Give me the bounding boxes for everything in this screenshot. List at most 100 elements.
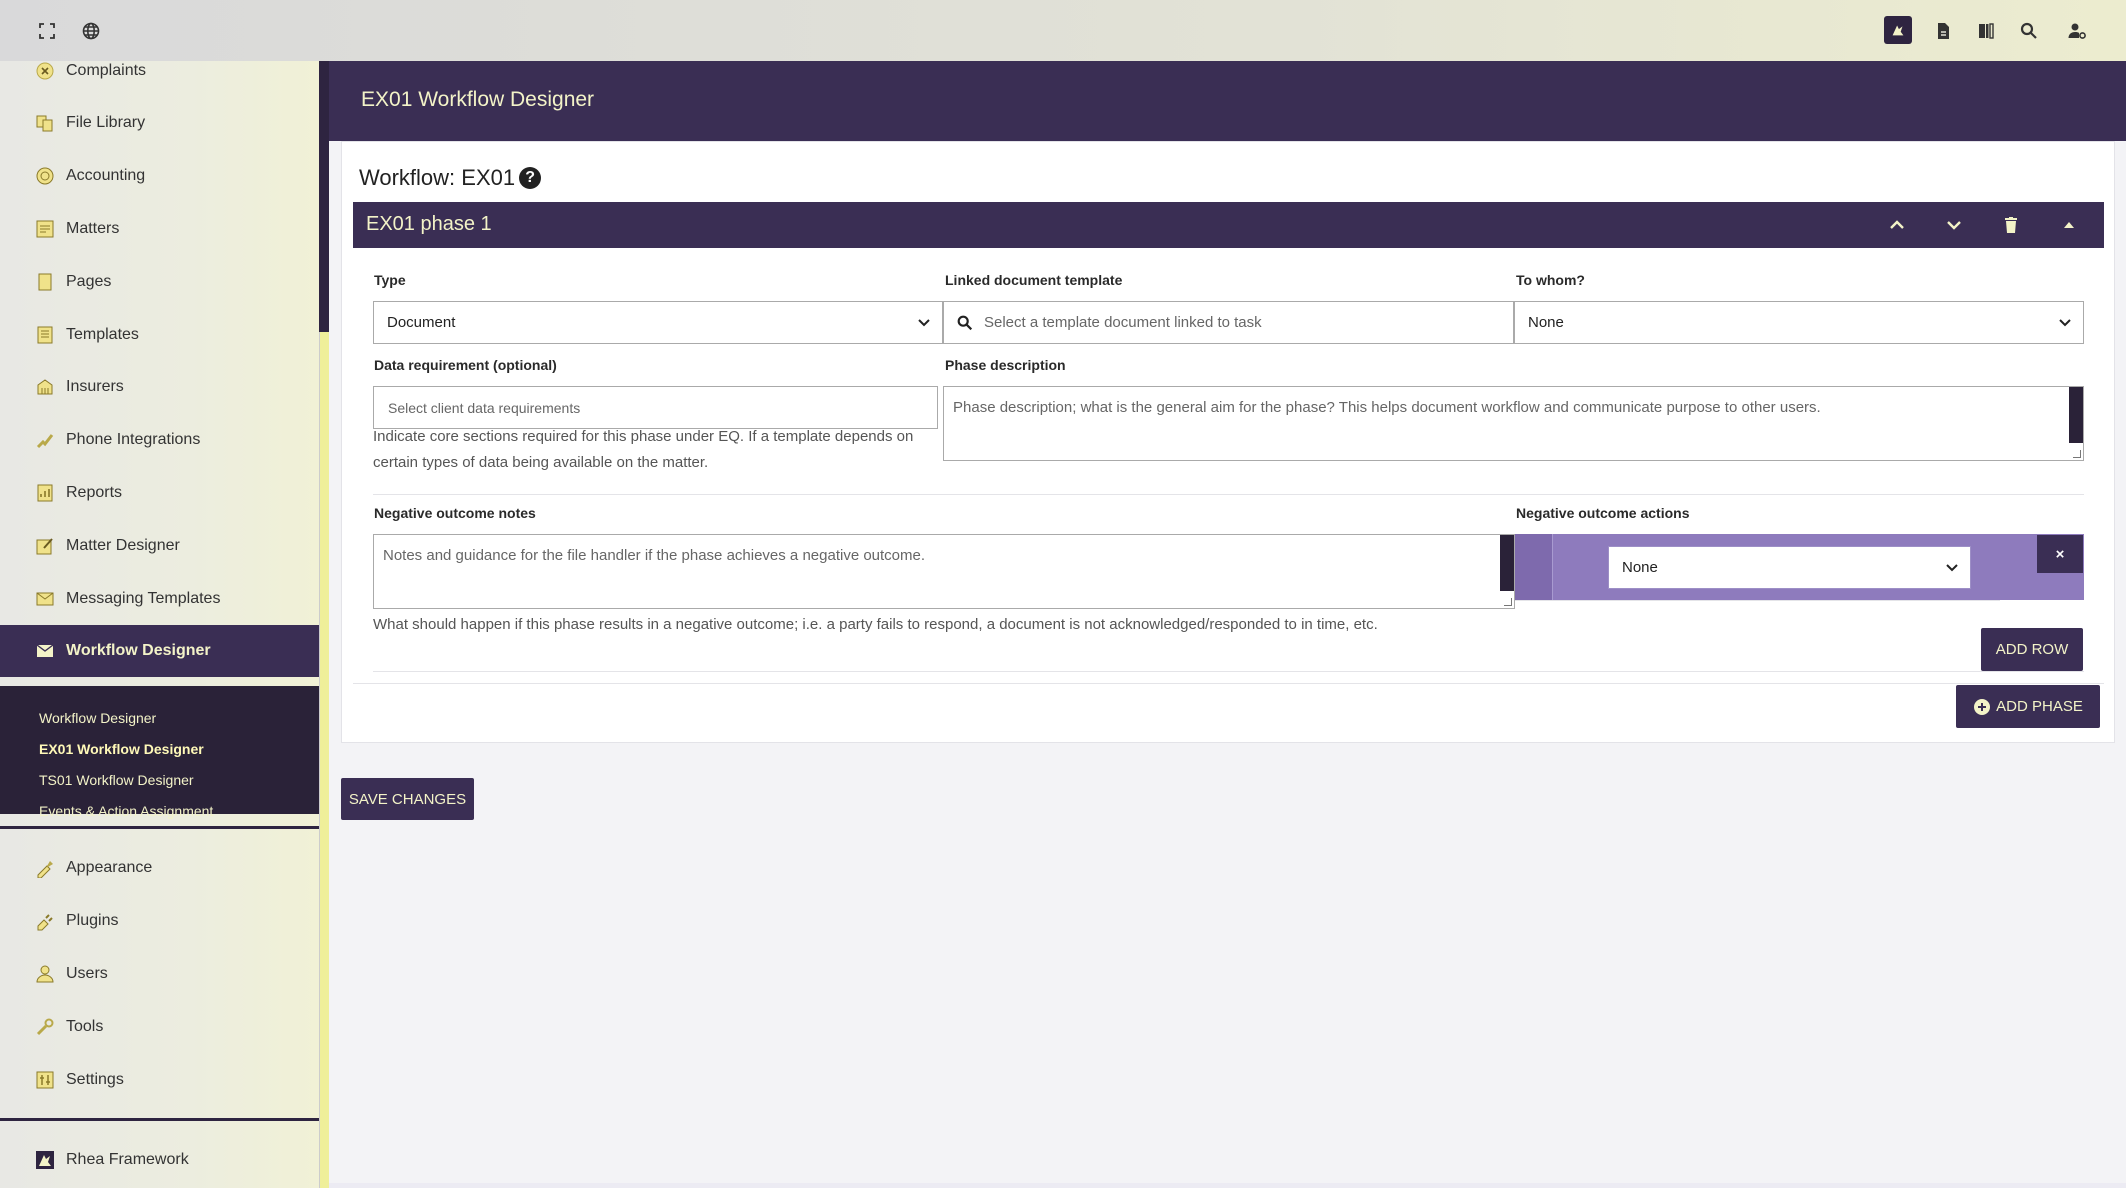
linked-template-label: Linked document template: [945, 272, 1123, 288]
search-icon[interactable]: [2015, 17, 2043, 45]
file-library-icon: [34, 112, 56, 134]
complaints-icon: [34, 61, 56, 82]
add-row-button[interactable]: ADD ROW: [1981, 628, 2083, 671]
top-bar: [0, 0, 2126, 61]
page-header: EX01 Workflow Designer: [329, 61, 2126, 141]
negative-action-select[interactable]: None: [1608, 546, 1971, 589]
sidebar-item-pages[interactable]: Pages: [0, 256, 319, 308]
move-up-icon[interactable]: [1884, 212, 1910, 238]
sidebar-item-reports[interactable]: Reports: [0, 467, 319, 519]
sidebar-item-matter-designer[interactable]: Matter Designer: [0, 520, 319, 572]
submenu-item-ts01-workflow-designer[interactable]: TS01 Workflow Designer: [39, 772, 194, 788]
sidebar-item-file-library[interactable]: File Library: [0, 97, 319, 149]
linked-template-input[interactable]: Select a template document linked to tas…: [943, 301, 1514, 344]
sidebar-item-label: Templates: [66, 326, 139, 343]
workflow-title: Workflow: EX01 ?: [359, 165, 542, 191]
reports-icon: [34, 482, 56, 504]
sidebar-item-appearance[interactable]: Appearance: [0, 842, 319, 894]
sidebar-item-label: Tools: [66, 1018, 104, 1035]
sidebar-item-label: Appearance: [66, 859, 153, 876]
negative-action-row: None ×: [1515, 534, 2084, 600]
panel-icon[interactable]: [1972, 17, 2000, 45]
type-label: Type: [374, 272, 406, 288]
data-requirement-label: Data requirement (optional): [374, 357, 557, 373]
data-requirement-input[interactable]: Select client data requirements: [373, 386, 938, 429]
row-drag-handle[interactable]: [1515, 534, 1553, 600]
sidebar-item-messaging-templates[interactable]: Messaging Templates: [0, 573, 319, 625]
submenu-item-ex01-workflow-designer[interactable]: EX01 Workflow Designer: [39, 741, 204, 757]
save-changes-button[interactable]: SAVE CHANGES: [341, 778, 474, 820]
sidebar-item-tools[interactable]: Tools: [0, 1001, 319, 1053]
settings-icon: [34, 1069, 56, 1091]
negative-notes-textarea[interactable]: Notes and guidance for the file handler …: [373, 534, 1515, 609]
add-phase-button[interactable]: ADD PHASE: [1956, 685, 2100, 728]
negative-action-select-value: None: [1622, 559, 1658, 576]
plugin-icon: [34, 910, 56, 932]
negative-notes-placeholder: Notes and guidance for the file handler …: [383, 547, 926, 564]
wrench-icon: [34, 1016, 56, 1038]
sidebar-divider: [0, 1118, 319, 1121]
sidebar-item-users[interactable]: Users: [0, 948, 319, 1000]
sidebar-item-settings[interactable]: Settings: [0, 1054, 319, 1106]
envelope-icon: [34, 640, 56, 662]
envelope-icon: [34, 588, 56, 610]
resize-handle-icon[interactable]: [1504, 598, 1512, 606]
sidebar-item-workflow-designer[interactable]: Workflow Designer: [0, 625, 319, 677]
page-title: EX01 Workflow Designer: [361, 88, 595, 111]
matters-icon: [34, 218, 56, 240]
negative-notes-help: What should happen if this phase results…: [373, 616, 1378, 633]
search-icon: [957, 315, 973, 330]
sidebar-item-label: Accounting: [66, 167, 146, 184]
textarea-scrollbar[interactable]: [1500, 535, 1514, 591]
sidebar-item-phone-integrations[interactable]: Phone Integrations: [0, 414, 319, 466]
submenu-item-workflow-designer[interactable]: Workflow Designer: [39, 710, 156, 726]
type-select[interactable]: Document: [373, 301, 943, 344]
globe-icon[interactable]: [77, 17, 105, 45]
chevron-down-icon: [918, 319, 930, 327]
move-down-icon[interactable]: [1941, 212, 1967, 238]
help-icon[interactable]: ?: [519, 167, 542, 189]
file-icon[interactable]: [1929, 17, 1957, 45]
sidebar-item-plugins[interactable]: Plugins: [0, 895, 319, 947]
phase-description-textarea[interactable]: Phase description; what is the general a…: [943, 386, 2084, 461]
appearance-icon: [34, 857, 56, 879]
sidebar-item-label: Workflow Designer: [66, 642, 211, 659]
collapse-icon[interactable]: [2056, 212, 2082, 238]
sidebar-item-complaints[interactable]: Complaints: [0, 61, 319, 97]
textarea-scrollbar[interactable]: [2069, 387, 2083, 443]
phase-title: EX01 phase 1: [366, 213, 492, 235]
to-whom-select[interactable]: None: [1514, 301, 2084, 344]
sidebar-item-matters[interactable]: Matters: [0, 203, 319, 255]
expand-icon[interactable]: [33, 17, 61, 45]
user-settings-icon[interactable]: [2063, 17, 2091, 45]
sidebar-scrollbar-thumb[interactable]: [319, 332, 329, 1188]
sidebar-item-accounting[interactable]: Accounting: [0, 150, 319, 202]
linked-template-placeholder: Select a template document linked to tas…: [984, 314, 1262, 331]
submenu-item-events-action-assignment[interactable]: Events & Action Assignment: [39, 803, 213, 819]
remove-row-button[interactable]: ×: [2037, 535, 2083, 573]
sidebar-item-label: Users: [66, 965, 108, 982]
to-whom-label: To whom?: [1516, 272, 1585, 288]
rhea-logo-icon[interactable]: [1884, 16, 1912, 44]
sidebar-item-label: Complaints: [66, 62, 147, 79]
type-select-value: Document: [387, 314, 456, 331]
insurers-icon: [34, 376, 56, 398]
sidebar-item-insurers[interactable]: Insurers: [0, 361, 319, 413]
sidebar-divider: [0, 826, 319, 829]
phase-header[interactable]: EX01 phase 1: [353, 202, 2104, 248]
sidebar-item-label: Messaging Templates: [66, 590, 221, 607]
sidebar-item-label: Phone Integrations: [66, 431, 201, 448]
sidebar-item-label: Insurers: [66, 378, 124, 395]
phase-description-placeholder: Phase description; what is the general a…: [953, 399, 1821, 416]
sidebar-item-rhea-framework[interactable]: Rhea Framework: [0, 1134, 319, 1186]
trash-icon[interactable]: [1998, 212, 2024, 238]
resize-handle-icon[interactable]: [2073, 450, 2081, 458]
chevron-down-icon: [2059, 319, 2071, 327]
divider: [1515, 600, 2000, 601]
sidebar-item-label: Plugins: [66, 912, 119, 929]
add-phase-label: ADD PHASE: [1996, 698, 2083, 715]
negative-actions-label: Negative outcome actions: [1516, 505, 1690, 521]
sidebar-item-label: Rhea Framework: [66, 1151, 189, 1168]
sidebar-item-templates[interactable]: Templates: [0, 309, 319, 361]
phase-description-label: Phase description: [945, 357, 1066, 373]
